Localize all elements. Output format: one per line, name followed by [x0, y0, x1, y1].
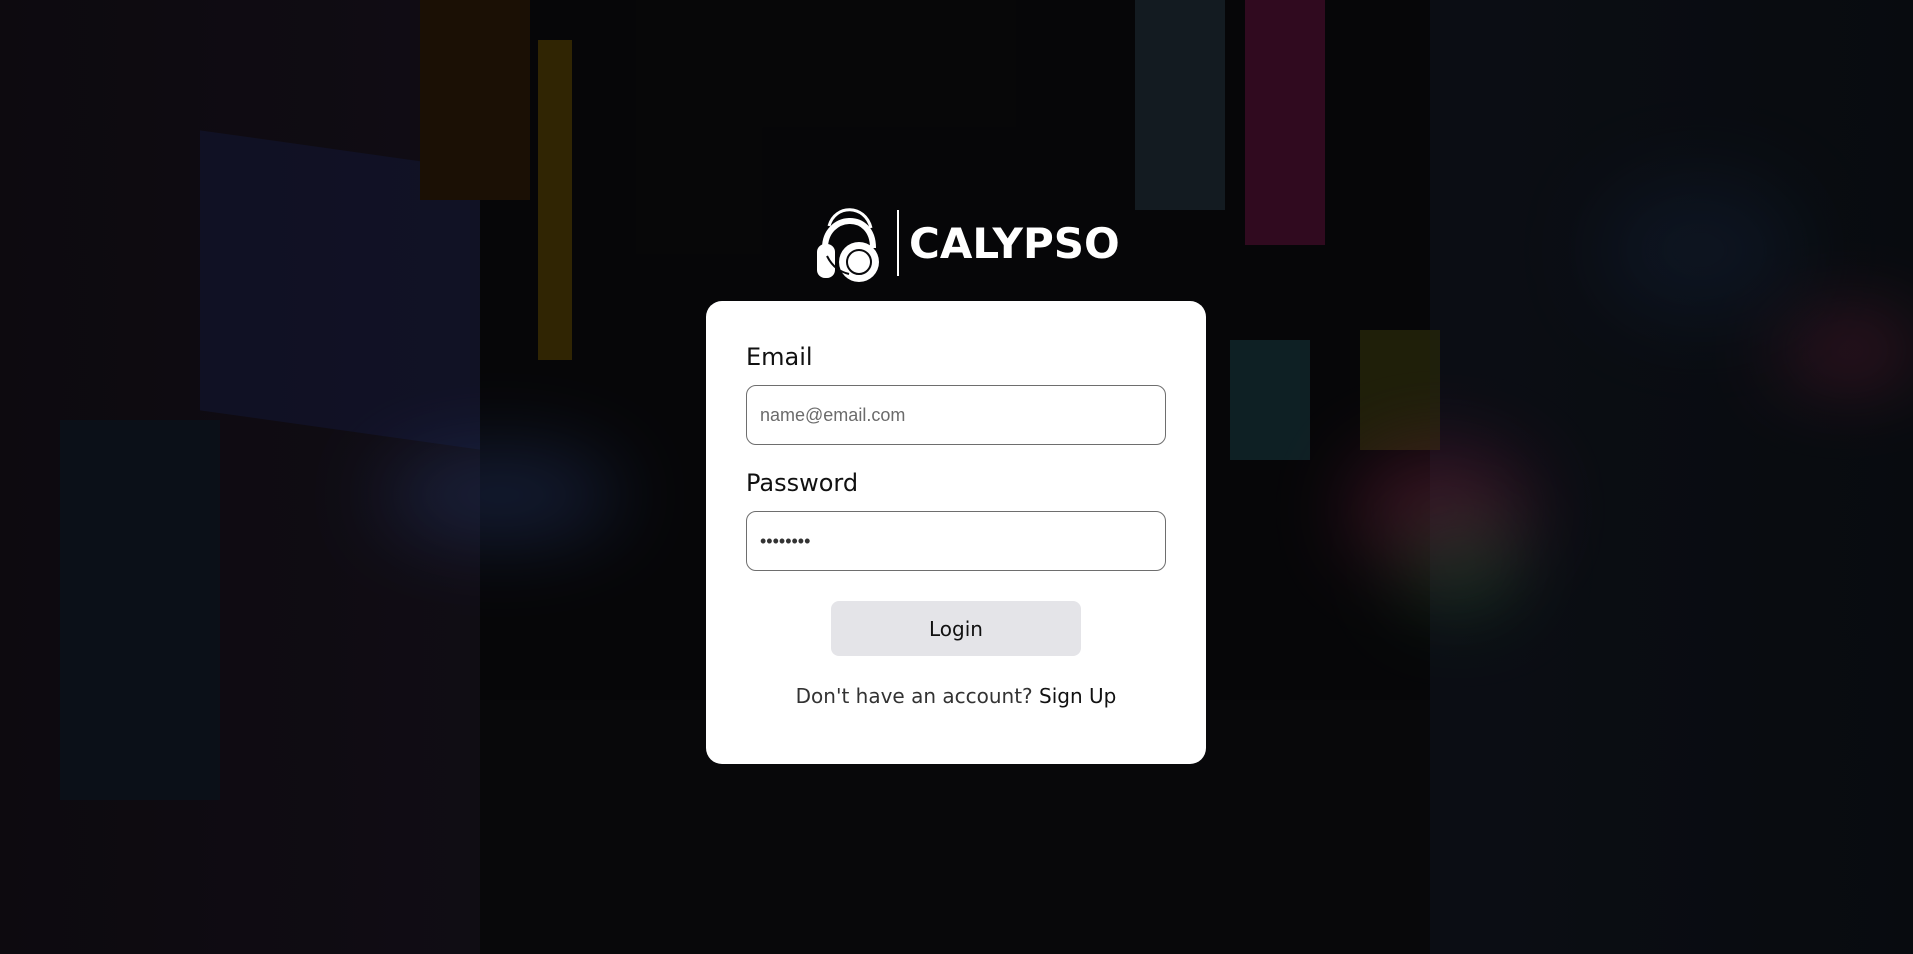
email-input[interactable]	[746, 385, 1166, 445]
login-button[interactable]: Login	[831, 601, 1081, 656]
login-card: Email Password Login Don't have an accou…	[706, 301, 1206, 764]
signup-prompt: Don't have an account?	[795, 684, 1033, 708]
headphones-icon	[815, 196, 883, 291]
password-label: Password	[746, 469, 859, 497]
brand-name: CALYPSO	[909, 218, 1120, 268]
signup-row: Don't have an account? Sign Up	[746, 684, 1166, 708]
brand-logo: CALYPSO	[815, 196, 1120, 290]
logo-divider	[897, 210, 899, 276]
password-input[interactable]	[746, 511, 1166, 571]
email-label: Email	[746, 343, 813, 371]
signup-link[interactable]: Sign Up	[1039, 684, 1116, 708]
